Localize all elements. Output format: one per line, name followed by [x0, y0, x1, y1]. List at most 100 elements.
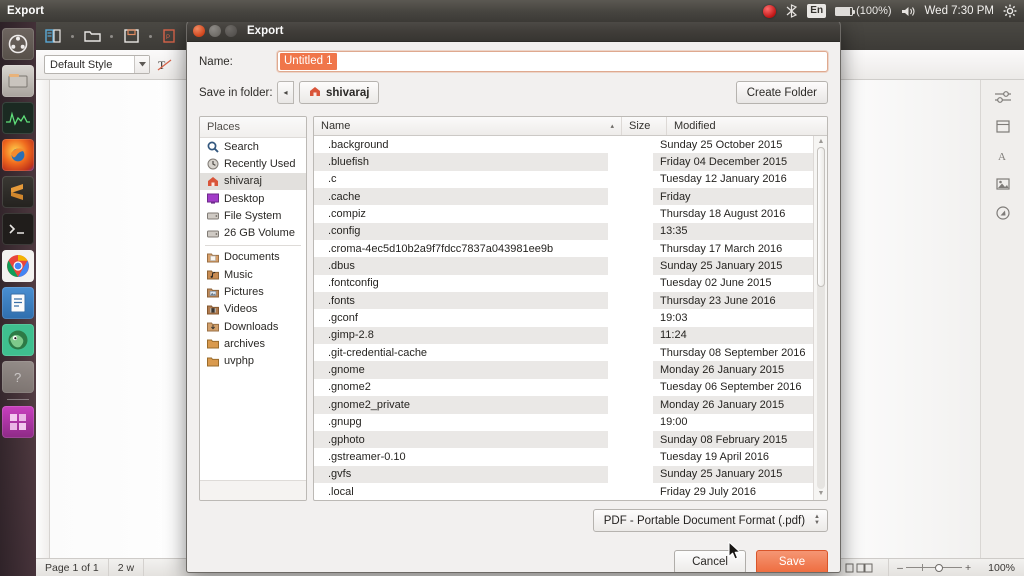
place-item-uvphp[interactable]: uvphp [200, 353, 306, 370]
place-item-recently-used[interactable]: Recently Used [200, 155, 306, 172]
file-row[interactable]: .fonts Thursday 23 June 2016 [314, 292, 813, 310]
libreoffice-right-toolbar[interactable]: A [980, 80, 1024, 558]
file-row[interactable]: .c Tuesday 12 January 2016 [314, 170, 813, 189]
place-item-archives[interactable]: archives [200, 335, 306, 352]
launcher-item-ubuntu-dash[interactable] [2, 28, 34, 60]
launcher-item-libreoffice-writer[interactable] [2, 287, 34, 319]
export-pdf-icon[interactable]: P [161, 27, 179, 45]
file-row[interactable]: .fontconfig Tuesday 02 June 2015 [314, 274, 813, 293]
file-row[interactable]: .gvfs Sunday 25 January 2015 [314, 465, 813, 483]
zoom-level-status[interactable]: 100% [979, 559, 1024, 576]
file-row[interactable]: .gphoto Sunday 08 February 2015 [314, 430, 813, 449]
zoom-track[interactable] [906, 563, 962, 572]
zoom-in-icon[interactable]: + [965, 562, 971, 574]
record-red-icon[interactable] [763, 4, 777, 18]
zoom-out-icon[interactable]: – [897, 562, 903, 574]
gallery-panel-icon[interactable] [993, 175, 1013, 193]
place-item-search[interactable]: Search [200, 138, 306, 155]
chevron-down-icon[interactable] [134, 56, 149, 73]
open-file-icon[interactable] [83, 27, 101, 45]
file-list-scrollbar[interactable]: ▲ ▼ [813, 136, 827, 501]
file-row[interactable]: .bluefish Friday 04 December 2015 [314, 153, 813, 171]
volume-icon[interactable] [901, 5, 916, 18]
breadcrumb-back-icon[interactable]: ◂ [277, 81, 294, 104]
file-row[interactable]: .compiz Thursday 18 August 2016 [314, 205, 813, 223]
minimize-icon[interactable] [209, 25, 221, 37]
place-item-26gb-volume[interactable]: 26 GB Volume [200, 224, 306, 241]
launcher-item-terminal[interactable] [2, 213, 34, 245]
file-row[interactable]: .gnome2_private Monday 26 January 2015 [314, 396, 813, 414]
save-button[interactable]: Save [756, 550, 828, 572]
place-item-downloads[interactable]: Downloads [200, 318, 306, 335]
zoom-slider[interactable]: – + [889, 562, 979, 574]
styles-panel-icon[interactable]: A [993, 146, 1013, 164]
place-item-videos[interactable]: Videos [200, 301, 306, 318]
file-row[interactable]: .gnome Monday 26 January 2015 [314, 361, 813, 379]
file-format-select[interactable]: PDF - Portable Document Format (.pdf) ▲ … [592, 509, 828, 533]
unity-top-panel[interactable]: Export En (100%) Wed 7:30 PM [0, 0, 1024, 22]
navigator-panel-icon[interactable] [993, 204, 1013, 222]
scrollbar-track[interactable] [817, 147, 825, 490]
create-folder-button[interactable]: Create Folder [735, 81, 828, 104]
clear-formatting-icon[interactable]: T [156, 56, 174, 74]
file-row[interactable]: .config 13:35 [314, 222, 813, 241]
file-row[interactable]: .croma-4ec5d10b2a9f7fdcc7837a043981ee9b T… [314, 240, 813, 258]
scroll-down-icon[interactable]: ▼ [817, 490, 825, 498]
place-item-desktop[interactable]: Desktop [200, 190, 306, 207]
file-row[interactable]: .gnupg 19:00 [314, 413, 813, 431]
dialog-titlebar[interactable]: Export [187, 21, 840, 42]
file-row[interactable]: .gimp-2.8 11:24 [314, 326, 813, 345]
bluetooth-icon[interactable] [785, 4, 798, 18]
launcher-item-sublime-text[interactable] [2, 176, 34, 208]
place-item-file-system[interactable]: File System [200, 207, 306, 224]
spinner-icon[interactable]: ▲ ▼ [814, 514, 820, 526]
launcher-item-gimp[interactable] [2, 324, 34, 356]
unity-launcher[interactable]: ? [0, 22, 36, 576]
launcher-item-firefox[interactable] [2, 139, 34, 171]
sidebar-settings-icon[interactable] [993, 88, 1013, 106]
file-row[interactable]: .git-credential-cache Thursday 08 Septemb… [314, 344, 813, 362]
view-layout-icons[interactable] [836, 558, 890, 576]
file-list[interactable]: Name ▴ Size Modified .background Sunday 2… [313, 116, 828, 502]
column-header-size[interactable]: Size [622, 117, 667, 135]
filename-input[interactable]: Untitled 1 [277, 51, 828, 72]
panel-indicators[interactable]: En (100%) Wed 7:30 PM [763, 4, 1024, 18]
file-row[interactable]: .background Sunday 25 October 2015 [314, 136, 813, 154]
file-list-header[interactable]: Name ▴ Size Modified [314, 117, 827, 136]
file-row[interactable]: .dbus Sunday 25 January 2015 [314, 257, 813, 275]
maximize-icon[interactable] [225, 25, 237, 37]
cancel-button[interactable]: Cancel [674, 550, 746, 572]
place-item-documents[interactable]: Documents [200, 249, 306, 266]
column-header-modified[interactable]: Modified [667, 117, 827, 135]
file-rows-container[interactable]: .background Sunday 25 October 2015 .bluefi… [314, 136, 813, 501]
properties-panel-icon[interactable] [993, 117, 1013, 135]
scrollbar-thumb[interactable] [817, 147, 825, 288]
file-row[interactable]: .gstreamer-0.10 Tuesday 19 April 2016 [314, 448, 813, 466]
open-file-dropdown-icon[interactable] [110, 34, 113, 38]
breadcrumb-current-folder[interactable]: shivaraj [299, 81, 380, 104]
scroll-up-icon[interactable]: ▲ [817, 138, 825, 146]
place-item-pictures[interactable]: Pictures [200, 283, 306, 300]
export-dialog[interactable]: Export Name: Untitled 1 Save in folder: … [186, 20, 841, 573]
column-header-name[interactable]: Name ▴ [314, 117, 622, 135]
gear-icon[interactable] [1003, 4, 1017, 18]
keyboard-layout-indicator[interactable]: En [807, 4, 827, 18]
place-item-shivaraj[interactable]: shivaraj [200, 172, 306, 190]
save-file-dropdown-icon[interactable] [149, 34, 152, 38]
zoom-knob[interactable] [935, 563, 943, 572]
launcher-item-workspace-switcher[interactable] [2, 406, 34, 438]
close-icon[interactable] [193, 25, 205, 37]
save-file-icon[interactable] [122, 27, 140, 45]
launcher-item-system-monitor[interactable] [2, 102, 34, 134]
new-document-dropdown-icon[interactable] [71, 34, 74, 38]
file-row[interactable]: .cache Friday [314, 188, 813, 206]
battery-indicator[interactable]: (100%) [835, 5, 892, 17]
clock-indicator[interactable]: Wed 7:30 PM [925, 5, 994, 17]
launcher-item-files[interactable] [2, 65, 34, 97]
places-sidebar[interactable]: Places Search Recently Used shivaraj Des… [199, 116, 307, 502]
launcher-item-chrome[interactable] [2, 250, 34, 282]
file-row[interactable]: .gnome2 Tuesday 06 September 2016 [314, 378, 813, 397]
launcher-item-help[interactable]: ? [2, 361, 34, 393]
file-row[interactable]: .gconf 19:03 [314, 309, 813, 327]
file-row[interactable]: .local Friday 29 July 2016 [314, 482, 813, 501]
